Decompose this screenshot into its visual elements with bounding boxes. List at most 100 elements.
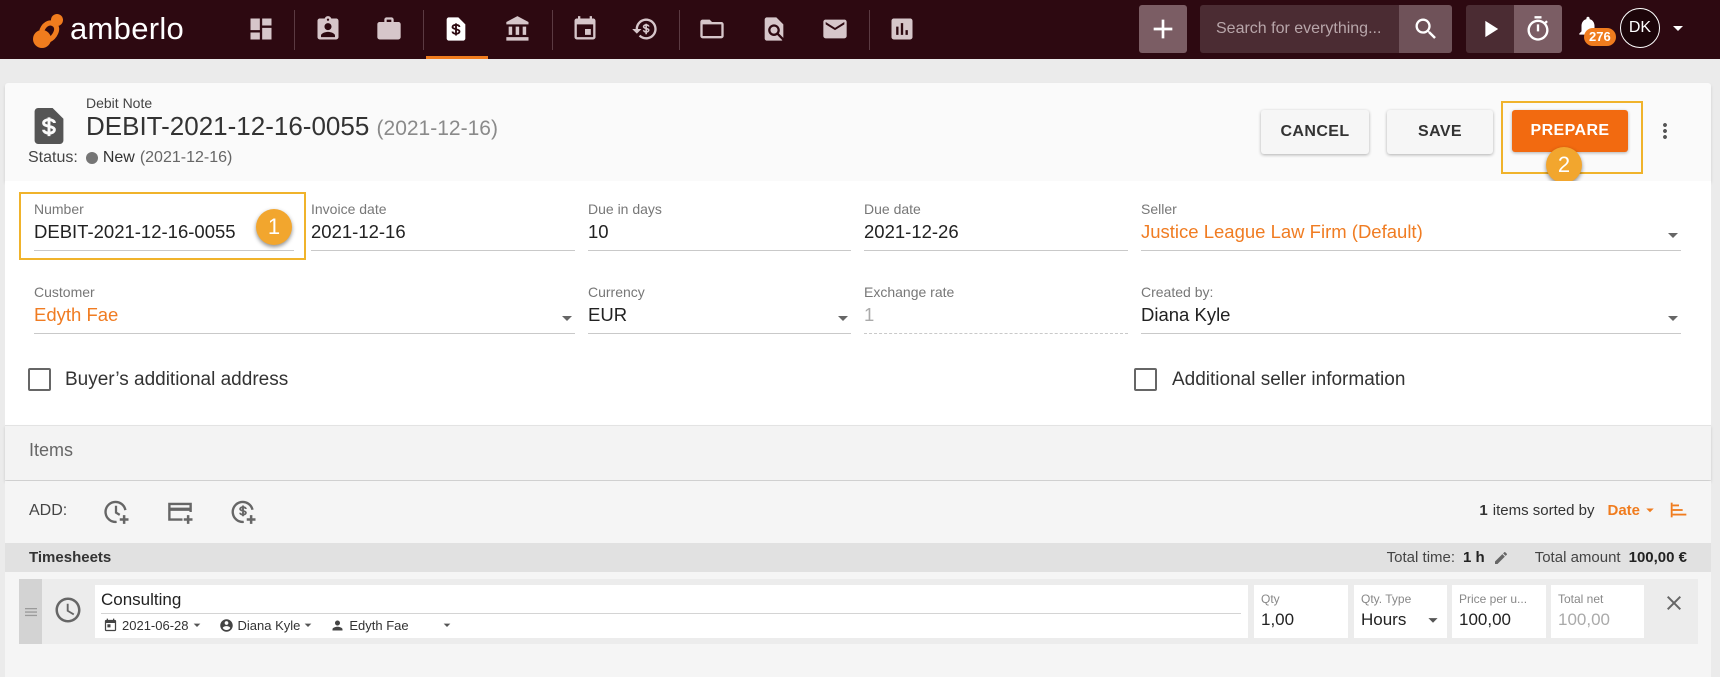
total-net-field: Total net 100,00 — [1551, 585, 1644, 638]
search-button[interactable] — [1399, 5, 1452, 53]
entry-user[interactable]: Diana Kyle — [238, 618, 301, 633]
save-button[interactable]: SAVE — [1387, 110, 1493, 154]
seller-select[interactable]: Justice League Law Firm (Default) — [1141, 221, 1423, 243]
start-timer-button[interactable] — [1466, 5, 1514, 53]
briefcase-icon[interactable] — [375, 15, 403, 43]
field-label: Customer — [34, 284, 95, 300]
document-search-icon[interactable] — [760, 15, 788, 43]
mail-icon[interactable] — [821, 15, 849, 43]
nav-separator — [869, 10, 870, 50]
due-date-field[interactable]: Due date 2021-12-26 — [864, 201, 1128, 261]
field-label: Created by: — [1141, 284, 1214, 300]
chevron-down-icon[interactable] — [831, 306, 855, 330]
exchange-rate-input: 1 — [864, 304, 875, 325]
logo-text[interactable]: amberlo — [70, 11, 184, 47]
chevron-down-icon[interactable] — [1641, 501, 1659, 519]
qty-field[interactable]: Qty 1,00 — [1254, 585, 1348, 638]
chevron-down-icon[interactable] — [1661, 306, 1685, 330]
notification-count-badge[interactable]: 276 — [1584, 28, 1616, 46]
seller-info-label[interactable]: Additional seller information — [1172, 369, 1405, 391]
qty-input[interactable]: 1,00 — [1261, 610, 1294, 630]
quick-add-button[interactable] — [1139, 5, 1187, 53]
due-in-days-field[interactable]: Due in days 10 — [588, 201, 851, 261]
add-timesheet-icon[interactable] — [101, 497, 131, 527]
more-options-icon[interactable] — [1653, 119, 1677, 143]
field-underline — [1141, 250, 1681, 251]
reports-icon[interactable] — [888, 15, 916, 43]
price-per-unit-input[interactable]: 100,00 — [1459, 610, 1511, 630]
seller-field[interactable]: Seller Justice League Law Firm (Default) — [1141, 201, 1681, 261]
user-avatar[interactable]: DK — [1620, 8, 1660, 48]
remove-entry-close-icon[interactable] — [1662, 591, 1686, 615]
field-label: Due in days — [588, 201, 662, 217]
field-label: Exchange rate — [864, 284, 955, 300]
total-amount-value: 100,00 € — [1628, 549, 1687, 566]
chevron-down-icon[interactable] — [1661, 223, 1685, 247]
contacts-icon[interactable] — [314, 15, 342, 43]
chevron-down-icon[interactable] — [300, 617, 316, 633]
entry-client[interactable]: Edyth Fae — [349, 618, 408, 633]
created-by-field[interactable]: Created by: Diana Kyle — [1141, 284, 1681, 344]
debit-note-icon — [31, 106, 67, 146]
customer-select[interactable]: Edyth Fae — [34, 304, 118, 326]
field-label: Due date — [864, 201, 921, 217]
items-sort-info: 1 items sorted by Date — [1479, 499, 1690, 521]
clock-icon — [53, 595, 83, 625]
due-date-input[interactable]: 2021-12-26 — [864, 221, 959, 243]
field-label: Currency — [588, 284, 645, 300]
chevron-down-icon[interactable] — [189, 617, 205, 633]
bank-icon[interactable] — [504, 15, 532, 43]
buyer-address-label[interactable]: Buyer’s additional address — [65, 369, 288, 391]
timer-button[interactable] — [1514, 5, 1562, 53]
document-type-label: Debit Note — [86, 95, 153, 111]
add-label: ADD: — [29, 502, 68, 519]
field-underline — [34, 333, 575, 334]
price-per-unit-field[interactable]: Price per u... 100,00 — [1452, 585, 1546, 638]
add-expense-icon[interactable] — [165, 497, 195, 527]
seller-info-checkbox[interactable] — [1134, 368, 1157, 391]
calendar-icon[interactable] — [571, 15, 599, 43]
items-section-title: Items — [29, 440, 74, 460]
invoice-date-field[interactable]: Invoice date 2021-12-16 — [311, 201, 575, 261]
total-time-value: 1 h — [1463, 549, 1485, 566]
document-number: DEBIT-2021-12-16-0055 — [86, 111, 370, 141]
field-label: Total net — [1558, 592, 1604, 606]
account-circle-icon — [219, 618, 234, 633]
chevron-down-icon[interactable] — [439, 617, 455, 633]
customer-field[interactable]: Customer Edyth Fae — [34, 284, 575, 344]
stopwatch-icon — [1527, 16, 1549, 41]
qty-type-select[interactable]: Hours — [1361, 610, 1406, 630]
chevron-down-icon[interactable] — [555, 306, 579, 330]
status-dot-icon — [85, 152, 98, 164]
chevron-down-icon[interactable] — [1422, 609, 1444, 631]
page-title: DEBIT-2021-12-16-0055 (2021-12-16) — [86, 111, 498, 142]
created-by-select[interactable]: Diana Kyle — [1141, 304, 1230, 326]
field-label: Price per u... — [1459, 592, 1528, 606]
entry-description-input[interactable]: Consulting — [101, 590, 181, 610]
global-search-input[interactable] — [1200, 5, 1399, 53]
invoice-date-input[interactable]: 2021-12-16 — [311, 221, 406, 243]
sorted-by-label: items sorted by — [1492, 501, 1595, 519]
qty-type-field[interactable]: Qty. Type Hours — [1354, 585, 1447, 638]
debit-note-icon[interactable] — [442, 15, 470, 43]
currency-select[interactable]: EUR — [588, 304, 627, 326]
play-icon — [1485, 20, 1499, 38]
currency-field[interactable]: Currency EUR — [588, 284, 851, 344]
amberlo-logo-icon[interactable] — [31, 9, 69, 51]
due-in-days-input[interactable]: 10 — [588, 221, 609, 243]
sort-direction-icon[interactable] — [1668, 499, 1690, 521]
entry-date[interactable]: 2021-06-28 — [122, 618, 189, 633]
active-tab-indicator — [426, 56, 488, 59]
cancel-button[interactable]: CANCEL — [1261, 110, 1369, 154]
drag-handle[interactable] — [19, 579, 42, 644]
edit-icon[interactable] — [1493, 550, 1509, 566]
buyer-address-checkbox[interactable] — [28, 368, 51, 391]
items-section-header — [5, 425, 1711, 480]
folder-icon[interactable] — [698, 15, 726, 43]
time-billing-icon[interactable] — [631, 15, 659, 43]
sort-field-select[interactable]: Date — [1607, 502, 1640, 519]
dashboard-icon[interactable] — [247, 15, 275, 43]
add-fee-icon[interactable] — [228, 497, 258, 527]
chevron-down-icon[interactable] — [1666, 16, 1690, 40]
total-time-label: Total time: — [1386, 549, 1456, 566]
